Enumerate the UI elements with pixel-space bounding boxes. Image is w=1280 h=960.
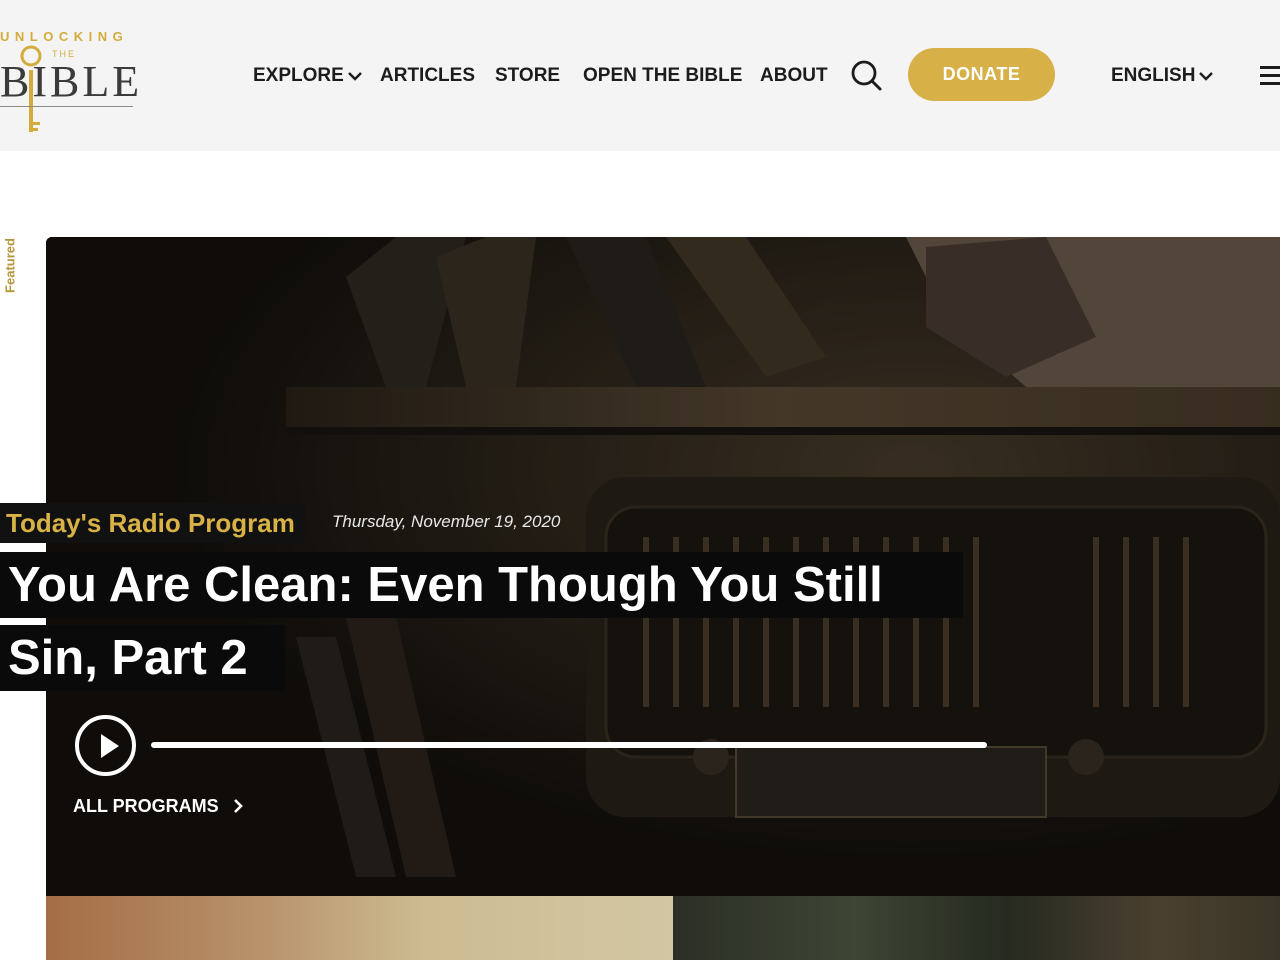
content-card-image[interactable]	[673, 896, 1280, 960]
nav-item-label: OPEN THE BIBLE	[583, 65, 743, 86]
all-programs-link[interactable]: ALL PROGRAMS	[73, 796, 244, 817]
language-selector[interactable]: ENGLISH	[1111, 62, 1214, 90]
search-icon[interactable]	[849, 58, 883, 92]
chevron-down-icon	[1199, 72, 1214, 81]
program-date: Thursday, November 19, 2020	[332, 512, 561, 531]
language-label: ENGLISH	[1111, 65, 1196, 86]
site-header: UNLOCKING THE BIBLE EXPLORE ARTICLES STO…	[0, 0, 1280, 151]
featured-label: Featured	[2, 238, 18, 293]
program-title-line-1[interactable]: You Are Clean: Even Though You Still	[0, 552, 963, 618]
all-programs-label: ALL PROGRAMS	[73, 796, 219, 816]
nav-item-label: ARTICLES	[380, 65, 475, 86]
logo-line-1: UNLOCKING	[0, 29, 129, 44]
nav-item-store[interactable]: STORE	[495, 62, 560, 90]
nav-item-label: EXPLORE	[253, 65, 344, 86]
audio-progress-bar[interactable]	[151, 742, 987, 748]
nav-item-about[interactable]: ABOUT	[760, 62, 828, 90]
chevron-right-icon	[233, 799, 243, 813]
site-logo[interactable]: UNLOCKING THE BIBLE	[0, 26, 143, 132]
nav-item-label: ABOUT	[760, 65, 828, 86]
logo-rule	[0, 106, 133, 107]
chevron-down-icon	[347, 72, 362, 81]
play-button[interactable]	[75, 715, 136, 776]
donate-button[interactable]: DONATE	[908, 48, 1055, 101]
radio-program-tag: Today's Radio Program	[0, 503, 305, 543]
logo-line-3: BIBLE	[0, 57, 143, 106]
play-icon	[101, 734, 119, 758]
nav-item-explore[interactable]: EXPLORE	[253, 62, 362, 90]
program-title-line-2[interactable]: Sin, Part 2	[0, 625, 285, 691]
nav-item-open-the-bible[interactable]: OPEN THE BIBLE	[583, 62, 742, 90]
nav-item-label: STORE	[495, 65, 561, 86]
nav-item-articles[interactable]: ARTICLES	[380, 62, 475, 90]
hamburger-menu-icon[interactable]	[1260, 64, 1280, 86]
content-card-image[interactable]	[46, 896, 673, 960]
